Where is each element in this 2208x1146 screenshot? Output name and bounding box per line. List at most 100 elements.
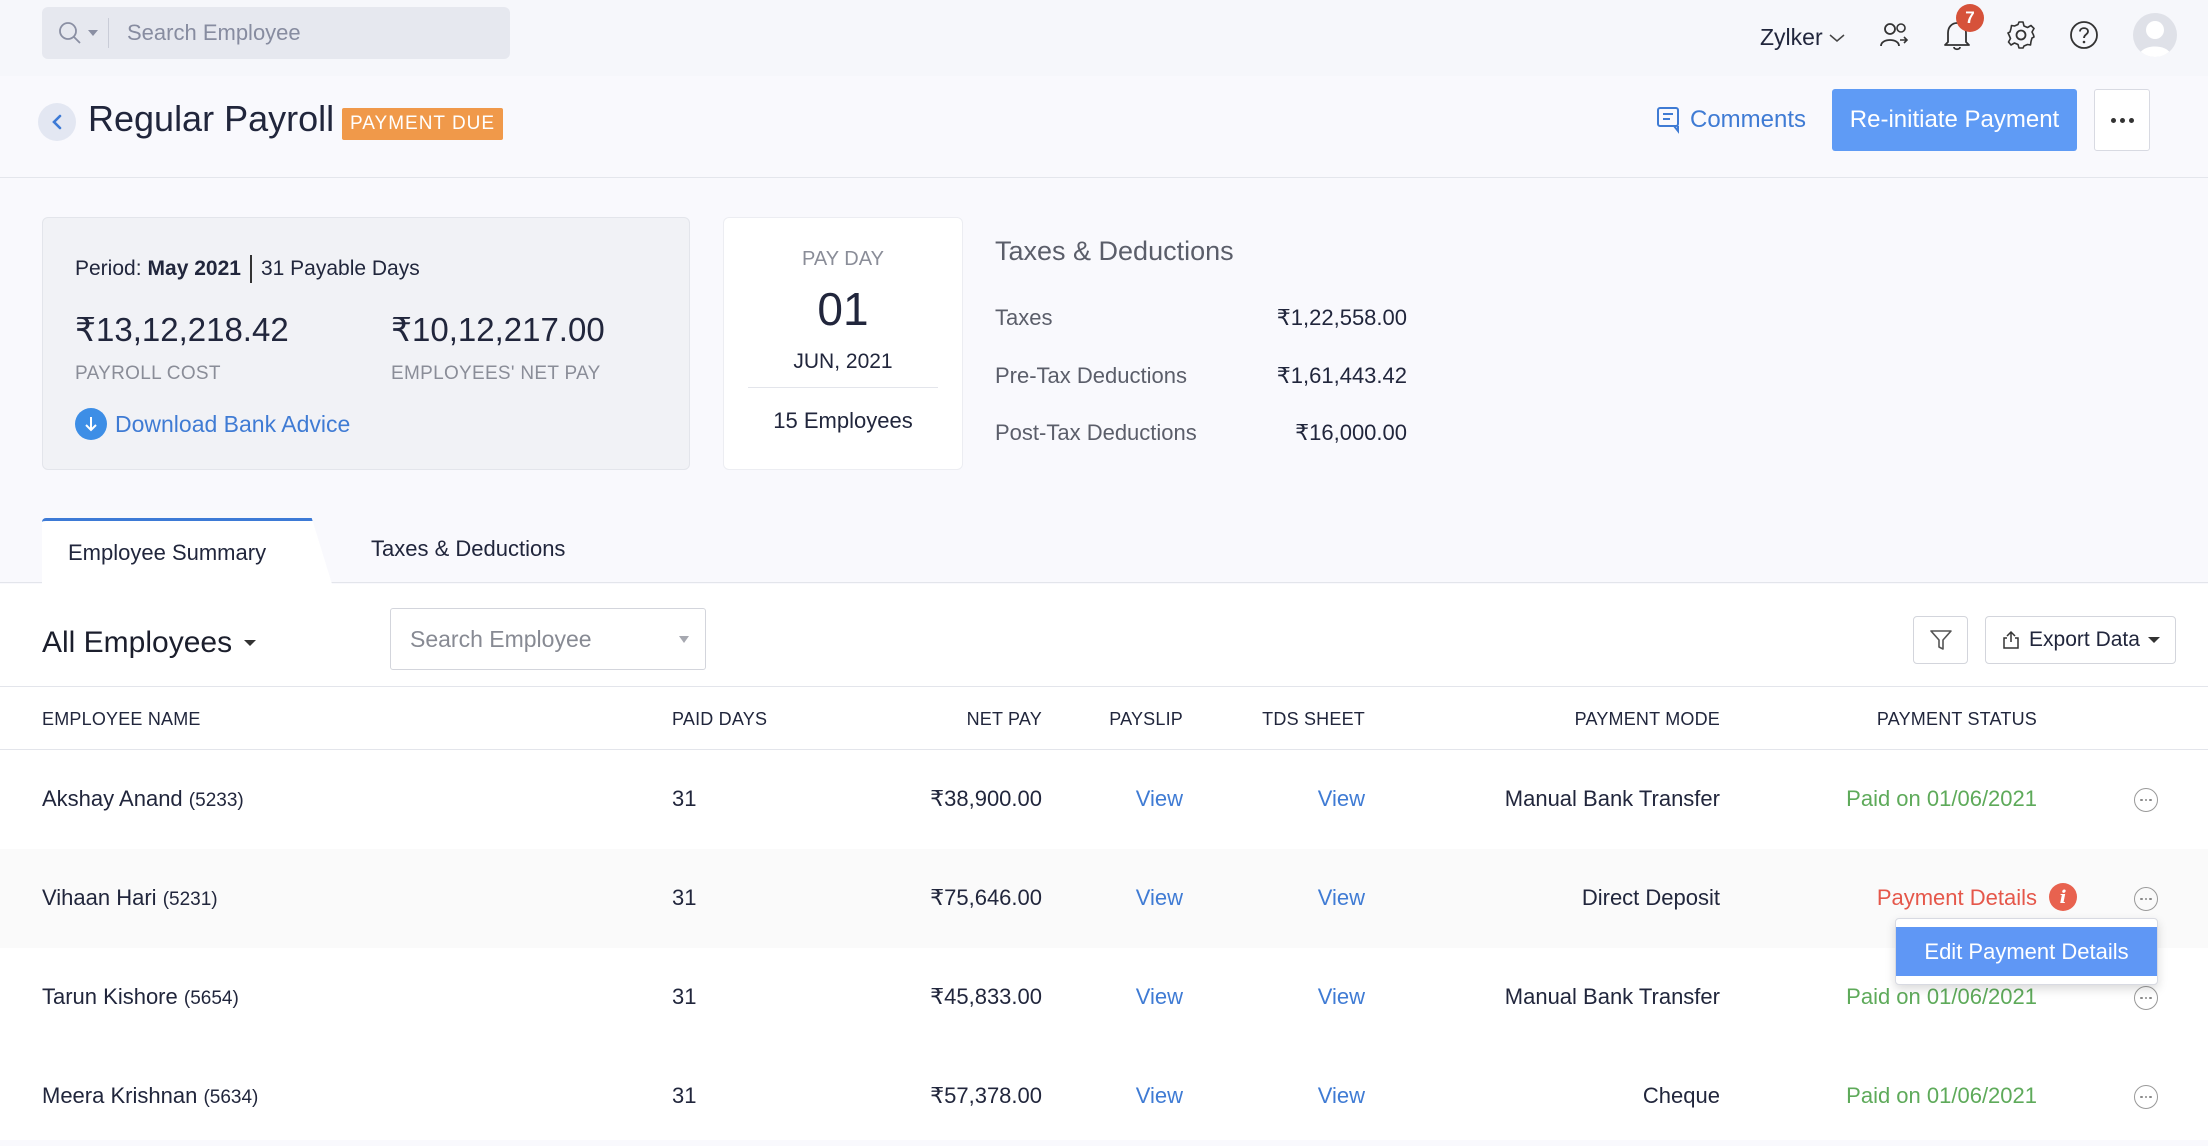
net-pay: ₹57,378.00 xyxy=(930,1083,1042,1108)
info-icon[interactable]: i xyxy=(2049,883,2077,911)
row-more-options-button[interactable] xyxy=(2134,788,2158,812)
column-header[interactable]: PAYMENT STATUS xyxy=(1877,709,2037,730)
download-label: Download Bank Advice xyxy=(115,410,351,437)
tax-label: Pre-Tax Deductions xyxy=(995,363,1187,388)
chevron-left-icon xyxy=(52,114,62,130)
export-data-button[interactable]: Export Data xyxy=(1985,616,2176,664)
employee-name-cell[interactable]: Vihaan Hari (5231) xyxy=(42,885,218,911)
payslip-view-link[interactable]: View xyxy=(1136,786,1183,812)
employee-filter-label: All Employees xyxy=(42,626,233,659)
caret-down-icon xyxy=(679,635,689,643)
upload-icon xyxy=(2003,630,2019,649)
employee-summary-panel: All Employees Search Employee Export Dat… xyxy=(0,584,2208,1140)
net-pay: ₹38,900.00 xyxy=(930,786,1042,811)
pay-day-label: PAY DAY xyxy=(802,248,884,270)
table-row: Vihaan Hari (5231) 31 ₹75,646.00 View Vi… xyxy=(0,849,2208,948)
payslip-view-link[interactable]: View xyxy=(1136,984,1183,1010)
payment-mode: Manual Bank Transfer xyxy=(1504,984,1720,1009)
employee-name[interactable]: Tarun Kishore xyxy=(42,984,178,1009)
period-summary-card: Period: May 2021 31 Payable Days ₹13,12,… xyxy=(42,217,690,470)
payment-details-link[interactable]: Payment Details xyxy=(1877,885,2037,911)
chevron-down-icon[interactable] xyxy=(88,30,98,36)
employee-name[interactable]: Vihaan Hari xyxy=(42,885,157,910)
column-header[interactable]: TDS SHEET xyxy=(1262,709,1365,730)
org-name: Zylker xyxy=(1760,24,1823,50)
employee-name-cell[interactable]: Tarun Kishore (5654) xyxy=(42,984,239,1010)
employee-id: (5654) xyxy=(183,988,239,1009)
comments-label: Comments xyxy=(1690,106,1807,133)
net-pay: ₹75,646.00 xyxy=(930,885,1042,910)
comments-icon xyxy=(1657,107,1679,134)
avatar[interactable] xyxy=(2133,13,2177,57)
employee-search-select[interactable]: Search Employee xyxy=(390,608,706,670)
status-badge: PAYMENT DUE xyxy=(342,108,504,140)
page-header: Regular Payroll PAYMENT DUE Comments Re-… xyxy=(0,76,2208,178)
table-row: Tarun Kishore (5654) 31 ₹45,833.00 View … xyxy=(0,948,2208,1047)
edit-payment-details-menu-item[interactable]: Edit Payment Details xyxy=(1896,927,2157,976)
period-value: May 2021 xyxy=(147,257,241,280)
employee-id: (5634) xyxy=(203,1087,259,1108)
users-icon[interactable] xyxy=(1878,18,1912,52)
search-placeholder: Search Employee xyxy=(127,20,301,45)
employee-name[interactable]: Akshay Anand xyxy=(42,786,183,811)
download-icon xyxy=(75,408,107,440)
gear-icon[interactable] xyxy=(2004,18,2038,52)
tds-view-link[interactable]: View xyxy=(1318,1083,1365,1109)
payslip-view-link[interactable]: View xyxy=(1136,885,1183,911)
tax-label: Post-Tax Deductions xyxy=(995,420,1197,445)
paid-days: 31 xyxy=(672,885,697,910)
employee-name-cell[interactable]: Akshay Anand (5233) xyxy=(42,786,244,812)
reinitiate-payment-button[interactable]: Re-initiate Payment xyxy=(1832,89,2077,151)
employee-name-cell[interactable]: Meera Krishnan (5634) xyxy=(42,1083,258,1109)
tax-row: Post-Tax Deductions ₹16,000.00 xyxy=(995,420,1407,446)
tds-view-link[interactable]: View xyxy=(1318,786,1365,812)
payment-mode: Cheque xyxy=(1642,1083,1720,1108)
tds-view-link[interactable]: View xyxy=(1318,885,1365,911)
paid-days: 31 xyxy=(672,786,697,811)
download-bank-advice-link[interactable]: Download Bank Advice xyxy=(75,408,350,440)
row-more-options-button[interactable] xyxy=(2134,887,2158,911)
tabs-bar: Employee Summary Taxes & Deductions xyxy=(0,518,2208,584)
net-pay: ₹45,833.00 xyxy=(930,984,1042,1009)
tax-row: Taxes ₹1,22,558.00 xyxy=(995,305,1407,331)
page-title: Regular Payroll xyxy=(88,98,335,139)
payment-mode: Manual Bank Transfer xyxy=(1504,786,1720,811)
search-icon[interactable] xyxy=(58,20,84,46)
tax-label: Taxes xyxy=(995,305,1053,330)
tab-employee-summary[interactable]: Employee Summary xyxy=(42,518,332,584)
tab-taxes-deductions[interactable]: Taxes & Deductions xyxy=(371,536,565,562)
pay-day-card: PAY DAY 01 JUN, 2021 15 Employees xyxy=(723,217,963,470)
org-switcher[interactable]: Zylker xyxy=(1760,24,1845,51)
more-options-button[interactable] xyxy=(2094,89,2150,151)
pay-day-month: JUN, 2021 xyxy=(793,350,893,373)
help-icon[interactable] xyxy=(2067,18,2101,52)
paid-days: 31 xyxy=(672,1083,697,1108)
payment-status: Paid on 01/06/2021 xyxy=(1846,1083,2037,1108)
table-row: Meera Krishnan (5634) 31 ₹57,378.00 View… xyxy=(0,1047,2208,1146)
caret-down-icon xyxy=(2147,637,2160,643)
employee-id: (5231) xyxy=(162,889,218,910)
back-button[interactable] xyxy=(38,103,76,141)
comments-button[interactable]: Comments xyxy=(1656,106,1806,134)
period-prefix: Period: xyxy=(75,257,142,280)
payment-mode: Direct Deposit xyxy=(1581,885,1720,910)
tds-view-link[interactable]: View xyxy=(1318,984,1365,1010)
divider xyxy=(249,255,252,283)
payslip-view-link[interactable]: View xyxy=(1136,1083,1183,1109)
column-header[interactable]: PAID DAYS xyxy=(672,709,767,730)
column-header[interactable]: EMPLOYEE NAME xyxy=(42,709,201,730)
divider xyxy=(748,387,938,388)
column-header[interactable]: NET PAY xyxy=(967,709,1042,730)
filter-button[interactable] xyxy=(1913,616,1968,664)
global-search-input[interactable]: Search Employee xyxy=(42,7,510,59)
table-row: Akshay Anand (5233) 31 ₹38,900.00 View V… xyxy=(0,750,2208,849)
column-header[interactable]: PAYMENT MODE xyxy=(1575,709,1720,730)
employee-filter-dropdown[interactable]: All Employees xyxy=(42,626,257,660)
column-header[interactable]: PAYSLIP xyxy=(1109,709,1183,730)
employee-name[interactable]: Meera Krishnan xyxy=(42,1083,197,1108)
row-more-options-button[interactable] xyxy=(2134,986,2158,1010)
tax-row: Pre-Tax Deductions ₹1,61,443.42 xyxy=(995,363,1407,389)
pay-day-date: 01 xyxy=(817,283,869,335)
row-more-options-button[interactable] xyxy=(2134,1085,2158,1109)
payment-status: Paid on 01/06/2021 xyxy=(1846,786,2037,811)
